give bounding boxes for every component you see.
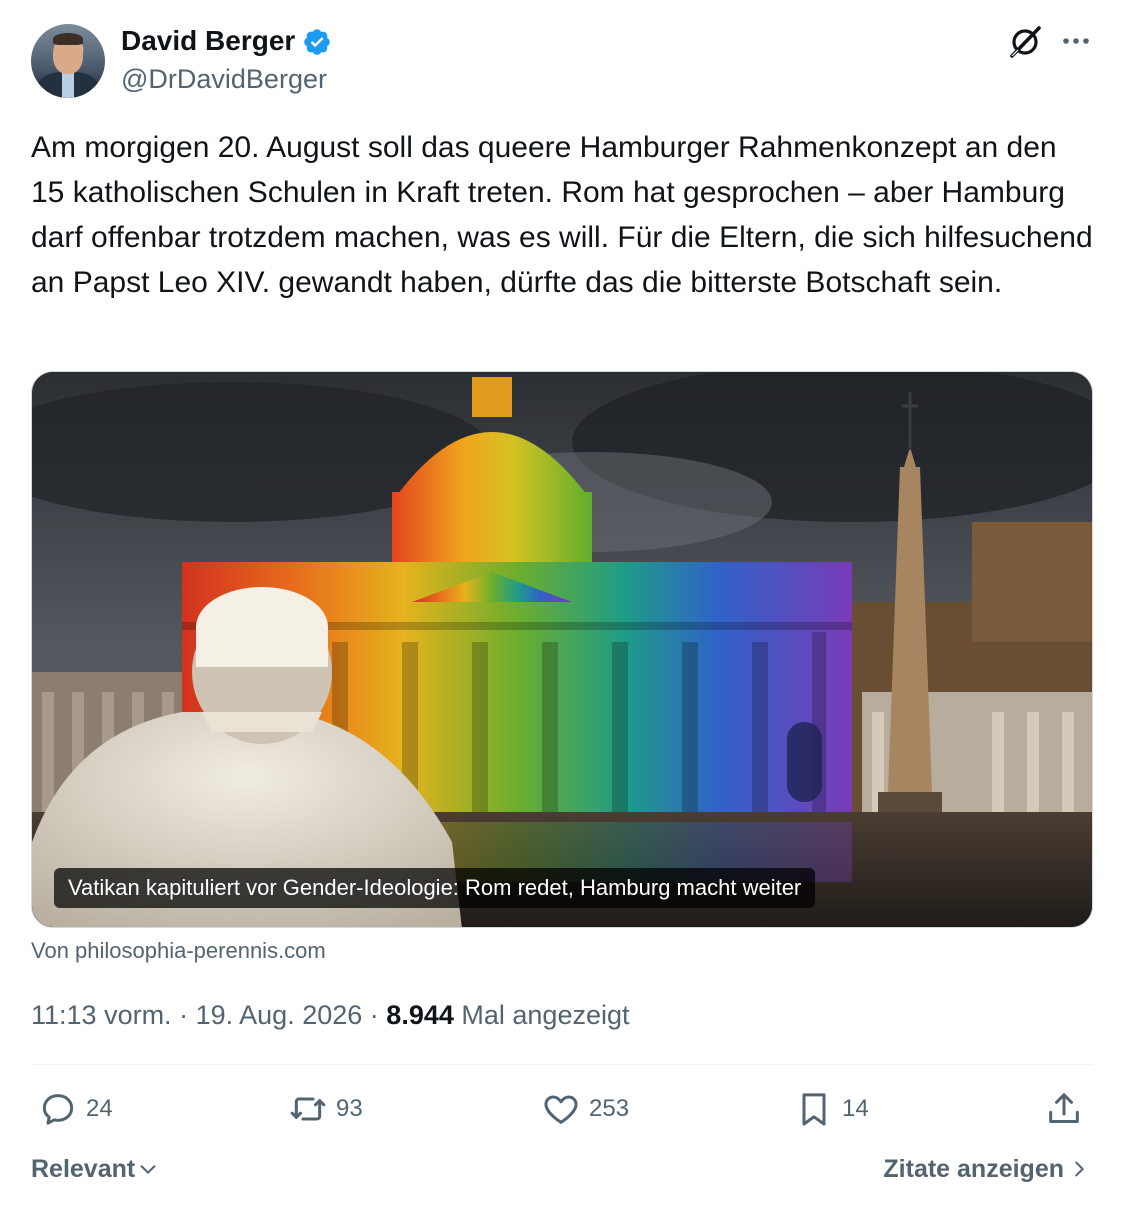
- share-icon: [1049, 1093, 1079, 1123]
- views-label: Mal angezeigt: [461, 1000, 630, 1030]
- chevron-down-icon: [140, 1165, 156, 1174]
- like-button[interactable]: 253: [541, 1086, 629, 1132]
- bookmark-count: 14: [842, 1095, 869, 1122]
- avatar-shirt: [62, 72, 74, 98]
- author-name[interactable]: David Berger: [121, 24, 295, 58]
- rainbow-basilica-image: [32, 372, 1092, 927]
- divider: [31, 1064, 1093, 1065]
- chevron-right-icon: [1075, 1161, 1084, 1177]
- link-source[interactable]: Von philosophia-perennis.com: [31, 936, 326, 966]
- share-button[interactable]: [1044, 1086, 1084, 1132]
- meta-separator: ·: [179, 1000, 189, 1030]
- link-card-image[interactable]: Vatikan kapituliert vor Gender-Ideologie…: [31, 371, 1093, 928]
- tweet-meta: 11:13 vorm. · 19. Aug. 2026 · 8.944 Mal …: [31, 998, 630, 1032]
- link-card-caption: Vatikan kapituliert vor Gender-Ideologie…: [54, 868, 816, 908]
- avatar-hair: [53, 33, 83, 45]
- reply-count: 24: [86, 1095, 113, 1122]
- repost-icon: [290, 1097, 326, 1121]
- grok-icon[interactable]: [1006, 23, 1044, 61]
- tweet-time[interactable]: 11:13 vorm.: [31, 1000, 172, 1030]
- tweet-text: Am morgigen 20. August soll das queere H…: [31, 131, 1093, 299]
- like-icon: [544, 1095, 578, 1124]
- quotes-label: Zitate anzeigen: [883, 1155, 1064, 1183]
- verified-badge-icon[interactable]: [302, 27, 332, 57]
- sort-dropdown[interactable]: Relevant: [31, 1152, 159, 1186]
- repost-button[interactable]: 93: [288, 1086, 363, 1132]
- tweet-date[interactable]: 19. Aug. 2026: [196, 1000, 363, 1030]
- like-count: 253: [589, 1095, 630, 1122]
- bookmark-icon: [802, 1093, 826, 1126]
- reply-icon: [42, 1094, 74, 1125]
- reply-button[interactable]: 24: [38, 1086, 113, 1132]
- view-quotes-link[interactable]: Zitate anzeigen: [883, 1152, 1090, 1186]
- views-count: 8.944: [386, 1000, 454, 1030]
- meta-separator: ·: [369, 1000, 379, 1030]
- bookmark-button[interactable]: 14: [794, 1086, 869, 1132]
- repost-count: 93: [336, 1095, 363, 1122]
- avatar[interactable]: [31, 24, 105, 98]
- sort-label: Relevant: [31, 1155, 136, 1183]
- author-handle[interactable]: @DrDavidBerger: [121, 62, 327, 96]
- more-icon[interactable]: [1058, 28, 1094, 54]
